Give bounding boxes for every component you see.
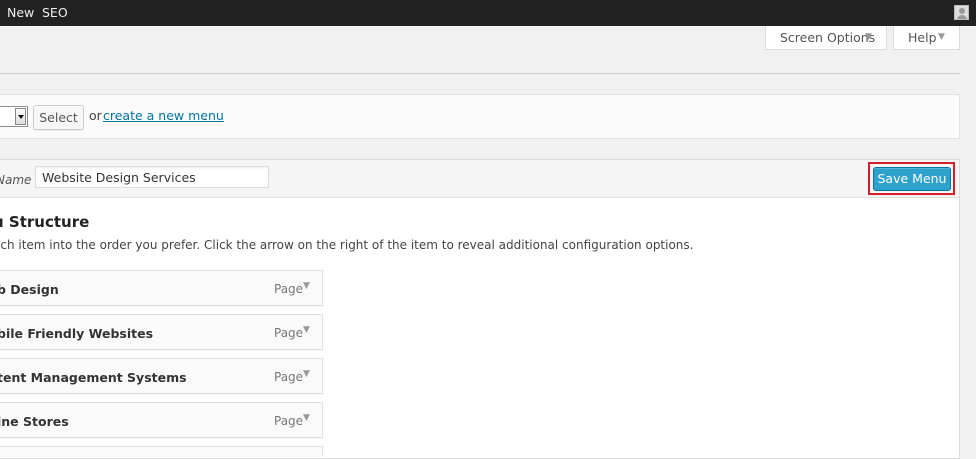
divider — [0, 73, 960, 74]
item-toggle-arrow-icon[interactable]: ▼ — [303, 281, 310, 291]
menu-item-type: Page — [274, 370, 304, 384]
menu-item-title: bile Friendly Websites — [0, 326, 154, 341]
menu-item[interactable]: b Design Page ▼ — [0, 270, 323, 306]
menu-item-title: ine Stores — [0, 414, 69, 429]
chevron-down-icon: ▼ — [938, 32, 945, 42]
dropdown-arrow-icon — [15, 108, 26, 125]
menu-item-type: Page — [274, 326, 304, 340]
item-toggle-arrow-icon[interactable]: ▼ — [303, 369, 310, 379]
menu-item-partial[interactable] — [0, 446, 323, 456]
right-gutter — [960, 26, 976, 449]
menu-item[interactable]: tent Management Systems Page ▼ — [0, 358, 323, 394]
menu-select-dropdown[interactable] — [0, 106, 28, 127]
or-text: or — [89, 108, 102, 123]
menu-item-title: b Design — [0, 282, 59, 297]
menu-item-type: Page — [274, 414, 304, 428]
menu-name-input[interactable] — [35, 166, 269, 188]
item-toggle-arrow-icon[interactable]: ▼ — [303, 325, 310, 335]
help-label: Help — [908, 30, 937, 45]
manage-menus-box: Select or create a new menu . — [0, 94, 960, 139]
menu-item[interactable]: ine Stores Page ▼ — [0, 402, 323, 438]
menu-item-title: tent Management Systems — [0, 370, 187, 385]
screen-options-label: Screen Options — [780, 30, 876, 45]
help-tab[interactable]: Help ▼ — [893, 26, 960, 50]
menu-item-type: Page — [274, 282, 304, 296]
menu-structure-title: u Structure — [0, 213, 90, 231]
avatar-body — [957, 15, 967, 19]
item-toggle-arrow-icon[interactable]: ▼ — [303, 413, 310, 423]
avatar-head — [959, 8, 965, 14]
admin-bar-seo[interactable]: SEO — [42, 0, 68, 26]
screen-options-tab[interactable]: Screen Options ▼ — [765, 26, 887, 50]
menu-editor-header: Name Save Menu — [0, 160, 959, 198]
chevron-down-icon: ▼ — [865, 32, 872, 42]
admin-bar: New SEO — [0, 0, 976, 26]
menu-structure-instructions: ach item into the order you prefer. Clic… — [0, 238, 694, 252]
save-menu-button[interactable]: Save Menu — [873, 167, 951, 191]
period-text: . — [203, 108, 207, 123]
menu-editor: Name Save Menu u Structure ach item into… — [0, 159, 960, 459]
admin-bar-new[interactable]: New — [7, 0, 34, 26]
select-button[interactable]: Select — [33, 105, 84, 130]
menu-item[interactable]: bile Friendly Websites Page ▼ — [0, 314, 323, 350]
avatar[interactable] — [954, 5, 969, 20]
menu-name-label: Name — [0, 173, 32, 187]
